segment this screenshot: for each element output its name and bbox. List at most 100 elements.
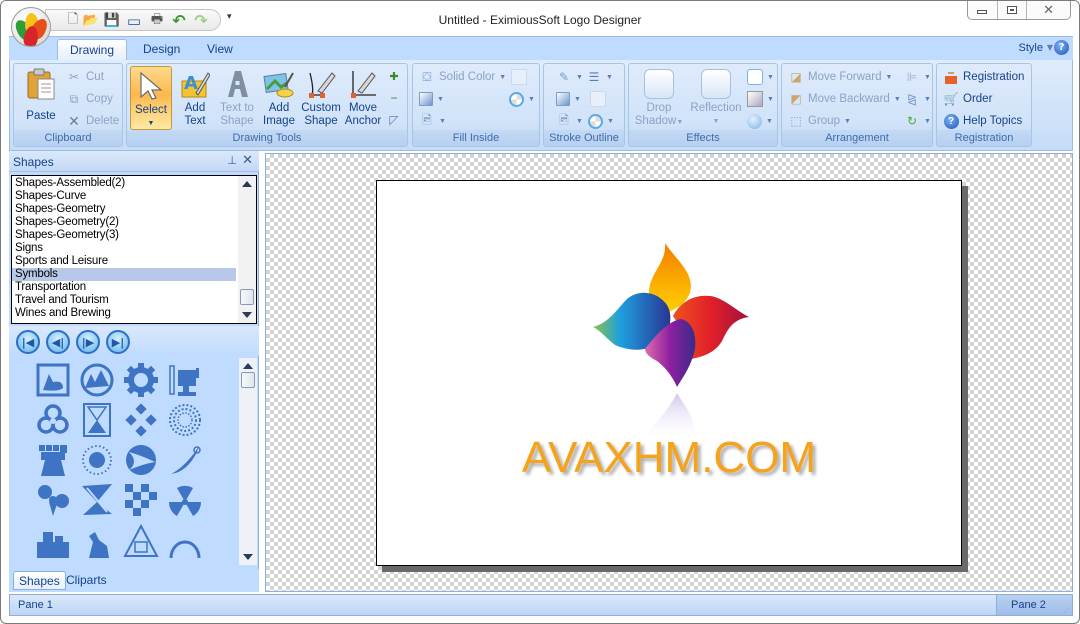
fill-gradient-dropdown[interactable]: ▼ xyxy=(419,90,444,108)
next-page-button[interactable]: |▶ xyxy=(76,330,100,354)
shape-effect-dropdown[interactable]: ▼ xyxy=(747,112,773,130)
close-button[interactable]: ✕ xyxy=(1027,1,1070,19)
swoosh-ball-icon[interactable] xyxy=(121,442,161,478)
move-backward-dropdown[interactable]: ◩ Move Backward ▼ xyxy=(788,90,900,108)
category-item[interactable]: Shapes-Geometry(2) xyxy=(12,216,236,229)
cut-button[interactable]: ✂ Cut xyxy=(66,68,104,86)
stroke-gradient-dropdown[interactable]: ▼ xyxy=(556,90,581,108)
add-anchor-button[interactable]: ✚ xyxy=(386,67,406,85)
remove-anchor-button[interactable]: − xyxy=(386,89,406,107)
last-page-button[interactable]: ▶| xyxy=(106,330,130,354)
picture-frame-icon[interactable] xyxy=(33,362,73,398)
rotate-dropdown[interactable]: ↻ ▼ xyxy=(904,112,931,130)
category-item[interactable]: Travel and Tourism xyxy=(12,294,236,307)
category-item[interactable]: Signs xyxy=(12,242,236,255)
mountain-circle-icon[interactable] xyxy=(77,362,117,398)
drop-shadow-button[interactable]: Drop Shadow▼ xyxy=(633,66,685,130)
group-dropdown[interactable]: ⬚ Group ▼ xyxy=(788,112,851,130)
category-item[interactable]: Shapes-Geometry(3) xyxy=(12,229,236,242)
resize-grip-icon[interactable]: ⋰ xyxy=(1064,608,1070,614)
registration-button[interactable]: Registration xyxy=(943,68,1024,86)
tab-drawing[interactable]: Drawing xyxy=(57,39,128,61)
tab-shapes[interactable]: Shapes xyxy=(13,571,66,590)
arch-icon[interactable] xyxy=(165,522,205,558)
custom-shape-button[interactable]: Custom Shape xyxy=(300,66,342,130)
first-page-button[interactable]: |◀ xyxy=(16,330,40,354)
scroll-down-icon[interactable] xyxy=(243,554,253,560)
app-menu-button[interactable] xyxy=(11,7,51,47)
stroke-swatch[interactable] xyxy=(590,90,606,108)
canvas-workspace[interactable]: AVAXHM.COM xyxy=(265,153,1073,592)
text-to-shape-button[interactable]: Text to Shape xyxy=(216,66,258,130)
scroll-thumb[interactable] xyxy=(240,289,254,305)
tab-cliparts[interactable]: Cliparts xyxy=(61,571,112,590)
radiation-icon[interactable] xyxy=(165,482,205,518)
dotted-circle-icon[interactable] xyxy=(165,402,205,438)
biohazard-icon[interactable] xyxy=(33,402,73,438)
triangle-sign-icon[interactable] xyxy=(121,522,161,558)
scroll-down-icon[interactable] xyxy=(242,312,252,318)
hourglass-icon[interactable] xyxy=(77,402,117,438)
previous-page-button[interactable]: ◀| xyxy=(46,330,70,354)
stroke-transparency-dropdown[interactable]: ▼ xyxy=(588,112,614,130)
logo-graphic[interactable] xyxy=(377,181,963,567)
category-list[interactable]: Shapes-Assembled(2) Shapes-Curve Shapes-Ge… xyxy=(11,175,257,324)
tab-design[interactable]: Design xyxy=(131,39,192,61)
align-dropdown[interactable]: ⊫ ▼ xyxy=(904,68,931,86)
delete-button[interactable]: ✕ Delete xyxy=(66,112,119,130)
category-item[interactable]: Shapes-Geometry xyxy=(12,203,236,216)
style-menu[interactable]: Style xyxy=(1019,42,1043,54)
help-topics-button[interactable]: ? Help Topics xyxy=(943,112,1022,130)
gear-icon[interactable] xyxy=(121,362,161,398)
order-button[interactable]: 🛒 Order xyxy=(943,90,993,108)
sun-icon[interactable] xyxy=(77,442,117,478)
figure-icon[interactable] xyxy=(77,522,117,558)
stroke-width-dropdown[interactable]: ☰ ▼ xyxy=(586,68,613,86)
maximize-button[interactable] xyxy=(998,1,1028,19)
help-icon[interactable]: ? xyxy=(1054,40,1069,55)
bevel-dropdown[interactable]: ▼ xyxy=(747,90,774,108)
stroke-image-dropdown[interactable]: 🖻 ▼ xyxy=(556,112,583,130)
category-item[interactable]: Sports and Leisure xyxy=(12,255,236,268)
outer-glow-dropdown[interactable]: ▼ xyxy=(747,68,774,86)
propeller-icon[interactable] xyxy=(33,482,73,518)
solid-color-dropdown[interactable]: ⛋ Solid Color ▼ xyxy=(419,68,506,86)
city-icon[interactable] xyxy=(33,522,73,558)
reflection-button[interactable]: Reflection ▼ xyxy=(687,66,745,130)
category-list-scrollbar[interactable] xyxy=(238,176,256,323)
stroke-color-dropdown[interactable]: ✎ ▼ xyxy=(556,68,583,86)
fill-image-dropdown[interactable]: 🖻 ▼ xyxy=(419,112,446,130)
scroll-up-icon[interactable] xyxy=(242,181,252,187)
flip-dropdown[interactable]: ⧎ ▼ xyxy=(904,90,931,108)
close-icon[interactable]: ✕ xyxy=(242,153,253,168)
pin-icon[interactable]: ⊥ xyxy=(227,154,237,167)
move-forward-dropdown[interactable]: ◪ Move Forward ▼ xyxy=(788,68,892,86)
pencil-sharpener-icon[interactable] xyxy=(165,362,205,398)
move-anchor-button[interactable]: Move Anchor xyxy=(342,66,384,130)
abstract-hourglass-icon[interactable] xyxy=(77,482,117,518)
category-item[interactable]: Wines and Brewing xyxy=(12,307,236,320)
category-item[interactable]: Shapes-Curve xyxy=(12,190,236,203)
fill-color-swatch[interactable] xyxy=(511,68,527,86)
diamond-cluster-icon[interactable] xyxy=(121,402,161,438)
design-page[interactable]: AVAXHM.COM xyxy=(376,180,962,566)
gallery-scrollbar[interactable] xyxy=(239,358,257,565)
convert-anchor-button[interactable]: ◸ xyxy=(386,111,406,129)
category-item[interactable]: Transportation xyxy=(12,281,236,294)
scroll-thumb[interactable] xyxy=(241,372,255,388)
category-item[interactable]: Symbols xyxy=(12,268,236,281)
add-image-button[interactable]: Add Image xyxy=(258,66,300,130)
logo-text[interactable]: AVAXHM.COM xyxy=(377,433,961,483)
sword-icon[interactable] xyxy=(165,442,205,478)
minimize-button[interactable] xyxy=(968,1,998,19)
tab-view[interactable]: View xyxy=(195,39,245,61)
category-item[interactable]: Shapes-Assembled(2) xyxy=(12,177,236,190)
select-button[interactable]: Select ▼ xyxy=(130,66,172,130)
castle-tower-icon[interactable] xyxy=(33,442,73,478)
add-text-button[interactable]: A Add Text xyxy=(174,66,216,130)
checkerboard-icon[interactable] xyxy=(121,482,161,518)
fill-transparency-dropdown[interactable]: ▼ xyxy=(509,90,535,108)
paste-button[interactable]: Paste xyxy=(18,66,64,130)
copy-button[interactable]: ⧉ Copy xyxy=(66,90,113,108)
scroll-up-icon[interactable] xyxy=(243,363,253,369)
